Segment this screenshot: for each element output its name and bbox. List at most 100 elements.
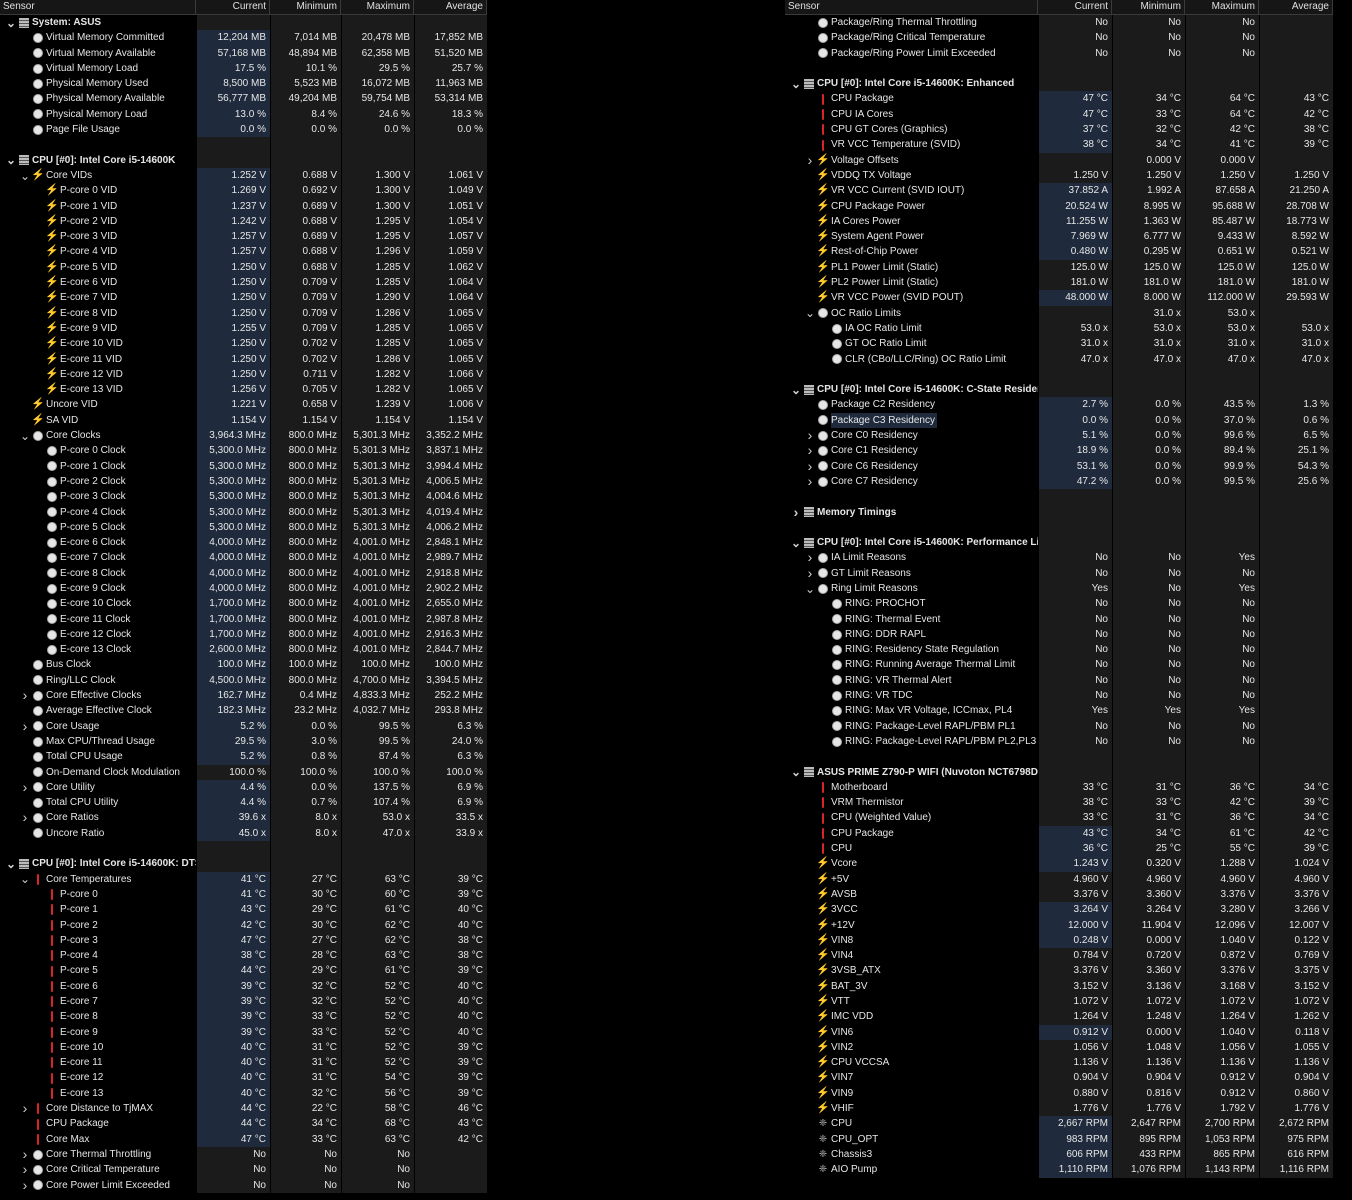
sensor-row[interactable]: Package/Ring Power Limit Exceeded No No No (785, 45, 1333, 61)
chevron-down-icon[interactable]: ⌄ (18, 430, 32, 442)
sensor-row[interactable]: ⚡ VIN9 0.880 V 0.816 V 0.912 V 0.860 V (785, 1085, 1333, 1102)
sensor-row[interactable]: ⚡ IA Cores Power 11.255 W 1.363 W 85.487 W 18… (785, 213, 1333, 230)
sensor-row[interactable]: Max CPU/Thread Usage 29.5 % 3.0 % 99.5 % 24.… (0, 733, 487, 750)
sensor-row[interactable]: ⚡ P-core 1 VID 1.237 V 0.689 V 1.300 V 1.051 … (0, 198, 487, 214)
sensor-row[interactable]: Total CPU Utility 4.4 % 0.7 % 107.4 % 6.9 % (0, 795, 487, 811)
column-sensor[interactable]: Sensor (785, 0, 1038, 14)
sensor-row[interactable]: ⚡ VHIF 1.776 V 1.776 V 1.792 V 1.776 V (785, 1101, 1333, 1117)
sensor-row[interactable]: Uncore Ratio 45.0 x 8.0 x 47.0 x 33.9 x (0, 825, 487, 842)
sensor-group[interactable]: ⌄ CPU [#0]: Intel Core i5-14600K: Perform… (785, 535, 1333, 551)
sensor-row[interactable]: › Core Utility 4.4 % 0.0 % 137.5 % 6.9 % (0, 779, 487, 796)
sensor-row[interactable]: ⚡ E-core 10 VID 1.250 V 0.702 V 1.285 V 1.065… (0, 336, 487, 352)
chevron-right-icon[interactable]: › (18, 1162, 32, 1177)
sensor-row[interactable]: ❈ Chassis3 606 RPM 433 RPM 865 RPM 616 RPM (785, 1146, 1333, 1163)
chevron-down-icon[interactable]: ⌄ (4, 154, 18, 166)
sensor-row[interactable]: ⚡ VR VCC Power (SVID POUT) 48.000 W 8.000 W… (785, 290, 1333, 306)
sensor-row[interactable]: ⚡ VIN4 0.784 V 0.720 V 0.872 V 0.769 V (785, 948, 1333, 964)
chevron-down-icon[interactable]: ⌄ (803, 583, 817, 595)
sensor-row[interactable]: ⚡ P-core 0 VID 1.269 V 0.692 V 1.300 V 1.049 … (0, 183, 487, 199)
sensor-row[interactable]: P-core 3 47 °C 27 °C 62 °C 38 °C (0, 932, 487, 949)
chevron-down-icon[interactable]: ⌄ (18, 873, 32, 885)
sensor-row[interactable]: › Core C6 Residency 53.1 % 0.0 % 99.9 % 54.3 … (785, 458, 1333, 474)
chevron-right-icon[interactable]: › (789, 505, 803, 520)
sensor-row[interactable]: Bus Clock 100.0 MHz 100.0 MHz 100.0 MHz 100.… (0, 657, 487, 673)
sensor-row[interactable]: E-core 9 39 °C 33 °C 52 °C 40 °C (0, 1024, 487, 1040)
sensor-row[interactable]: P-core 0 41 °C 30 °C 60 °C 39 °C (0, 886, 487, 903)
sensor-row[interactable]: E-core 6 Clock 4,000.0 MHz 800.0 MHz 4,001.… (0, 535, 487, 551)
sensor-row[interactable]: RING: VR Thermal Alert No No No (785, 672, 1333, 689)
chevron-down-icon[interactable]: ⌄ (789, 766, 803, 778)
chevron-right-icon[interactable]: › (18, 719, 32, 734)
sensor-row[interactable]: ⚡ System Agent Power 7.969 W 6.777 W 9.433 W… (785, 229, 1333, 245)
sensor-row[interactable]: ⚡ +12V 12.000 V 11.904 V 12.096 V 12.007 V (785, 917, 1333, 933)
sensor-row[interactable]: Core Max 47 °C 33 °C 63 °C 42 °C (0, 1131, 487, 1147)
sensor-row[interactable]: › Core C7 Residency 47.2 % 0.0 % 99.5 % 25.6 … (785, 473, 1333, 490)
sensor-row[interactable]: P-core 2 Clock 5,300.0 MHz 800.0 MHz 5,301.… (0, 473, 487, 490)
sensor-row[interactable]: ⚡ E-core 12 VID 1.250 V 0.711 V 1.282 V 1.066… (0, 366, 487, 383)
sensor-group[interactable]: ⌄ System: ASUS (0, 15, 487, 31)
sensor-row[interactable]: ⚡ E-core 9 VID 1.255 V 0.709 V 1.285 V 1.065 … (0, 320, 487, 337)
column-maximum[interactable]: Maximum (341, 0, 414, 14)
sensor-row[interactable]: E-core 7 Clock 4,000.0 MHz 800.0 MHz 4,001.… (0, 550, 487, 566)
sensor-row[interactable]: E-core 13 40 °C 32 °C 56 °C 39 °C (0, 1085, 487, 1102)
sensor-row[interactable]: ⚡ VDDQ TX Voltage 1.250 V 1.250 V 1.250 V 1.2… (785, 167, 1333, 184)
sensor-row[interactable]: ⌄ ⚡ Core VIDs 1.252 V 0.688 V 1.300 V 1.061 V (0, 167, 487, 184)
sensor-row[interactable]: ⚡ P-core 3 VID 1.257 V 0.689 V 1.295 V 1.057 … (0, 229, 487, 245)
chevron-right-icon[interactable]: › (803, 459, 817, 474)
sensor-row[interactable]: ⚡ CPU Package Power 20.524 W 8.995 W 95.688 … (785, 198, 1333, 214)
sensor-row[interactable]: CPU IA Cores 47 °C 33 °C 64 °C 42 °C (785, 106, 1333, 123)
sensor-row[interactable]: ⚡ VIN8 0.248 V 0.000 V 1.040 V 0.122 V (785, 932, 1333, 949)
chevron-right-icon[interactable]: › (803, 443, 817, 458)
sensor-row[interactable]: P-core 1 Clock 5,300.0 MHz 800.0 MHz 5,301.… (0, 458, 487, 474)
sensor-row[interactable]: › Core Ratios 39.6 x 8.0 x 53.0 x 33.5 x (0, 810, 487, 826)
column-minimum[interactable]: Minimum (1112, 0, 1185, 14)
sensor-row[interactable]: RING: DDR RAPL No No No (785, 626, 1333, 643)
sensor-row[interactable]: ⚡ PL1 Power Limit (Static) 125.0 W 125.0 W1… (785, 259, 1333, 276)
sensor-row[interactable]: E-core 8 Clock 4,000.0 MHz 800.0 MHz 4,001.… (0, 565, 487, 581)
sensor-row[interactable]: CPU Package 44 °C 34 °C 68 °C 43 °C (0, 1116, 487, 1132)
sensor-group[interactable]: ⌄ CPU [#0]: Intel Core i5-14600K: Enhance… (785, 76, 1333, 92)
sensor-row[interactable]: P-core 3 Clock 5,300.0 MHz 800.0 MHz 5,301.… (0, 489, 487, 505)
sensor-row[interactable]: P-core 0 Clock 5,300.0 MHz 800.0 MHz 5,301.… (0, 443, 487, 459)
sensor-row[interactable]: E-core 6 39 °C 32 °C 52 °C 40 °C (0, 978, 487, 994)
chevron-right-icon[interactable]: › (803, 474, 817, 489)
column-sensor[interactable]: Sensor (0, 0, 196, 14)
sensor-row[interactable]: E-core 11 Clock 1,700.0 MHz 800.0 MHz 4,001… (0, 611, 487, 627)
sensor-row[interactable]: ⚡ CPU VCCSA 1.136 V 1.136 V 1.136 V 1.136 V (785, 1055, 1333, 1071)
sensor-row[interactable]: GT OC Ratio Limit 31.0 x 31.0 x 31.0 x 31.0 … (785, 336, 1333, 352)
sensor-row[interactable]: VRM Thermistor 38 °C 33 °C 42 °C 39 °C (785, 795, 1333, 811)
column-current[interactable]: Current (1038, 0, 1112, 14)
sensor-row[interactable]: › Core C0 Residency 5.1 % 0.0 % 99.6 % 6.5 % (785, 428, 1333, 444)
sensor-row[interactable]: ⚡ P-core 5 VID 1.250 V 0.688 V 1.285 V 1.062 … (0, 259, 487, 276)
chevron-right-icon[interactable]: › (803, 566, 817, 581)
sensor-row[interactable]: E-core 12 40 °C 31 °C 54 °C 39 °C (0, 1070, 487, 1086)
sensor-row[interactable]: E-core 12 Clock 1,700.0 MHz 800.0 MHz 4,001… (0, 626, 487, 643)
chevron-right-icon[interactable]: › (18, 1147, 32, 1162)
sensor-row[interactable]: ⌄ Core Clocks 3,964.3 MHz 800.0 MHz 5,301.3 … (0, 428, 487, 444)
sensor-group[interactable]: ⌄ CPU [#0]: Intel Core i5-14600K: C-State… (785, 382, 1333, 398)
sensor-row[interactable]: Page File Usage 0.0 % 0.0 % 0.0 % 0.0 % (0, 122, 487, 138)
sensor-row[interactable]: › Core Usage 5.2 % 0.0 % 99.5 % 6.3 % (0, 718, 487, 734)
sensor-row[interactable]: RING: Package-Level RAPL/PBM PL1 No No No (785, 718, 1333, 734)
sensor-row[interactable]: RING: Package-Level RAPL/PBM PL2,PL3 No No… (785, 733, 1333, 750)
sensor-row[interactable]: ⚡ E-core 13 VID 1.256 V 0.705 V 1.282 V 1.065… (0, 382, 487, 398)
sensor-row[interactable]: ⚡ VIN2 1.056 V 1.048 V 1.056 V 1.055 V (785, 1039, 1333, 1056)
sensor-row[interactable]: RING: Residency State Regulation No No No (785, 642, 1333, 658)
sensor-row[interactable]: ⚡ 3VSB_ATX 3.376 V 3.360 V 3.376 V 3.375 V (785, 963, 1333, 979)
sensor-row[interactable]: ⚡ VIN6 0.912 V 0.000 V 1.040 V 0.118 V (785, 1024, 1333, 1040)
sensor-group[interactable]: ⌄ ASUS PRIME Z790-P WIFI (Nuvoton NCT6798… (785, 764, 1333, 780)
sensor-row[interactable]: › GT Limit Reasons No No No (785, 565, 1333, 581)
sensor-row[interactable]: Virtual Memory Load 17.5 % 10.1 % 29.5 % 25.… (0, 60, 487, 77)
chevron-down-icon[interactable]: ⌄ (789, 78, 803, 90)
sensor-row[interactable]: › Core Power Limit Exceeded No No No (0, 1177, 487, 1193)
sensor-row[interactable]: On-Demand Clock Modulation 100.0 % 100.0 %… (0, 764, 487, 780)
sensor-row[interactable]: ❈ CPU 2,667 RPM 2,647 RPM 2,700 RPM 2,672 RPM (785, 1116, 1333, 1132)
sensor-row[interactable]: Physical Memory Available 56,777 MB 49,204… (0, 91, 487, 107)
chevron-right-icon[interactable]: › (18, 1101, 32, 1116)
sensor-row[interactable]: E-core 13 Clock 2,600.0 MHz 800.0 MHz 4,001… (0, 642, 487, 658)
sensor-row[interactable]: › Core Effective Clocks 162.7 MHz 0.4 MHz 4,… (0, 688, 487, 704)
sensor-row[interactable]: Package/Ring Critical Temperature No No No (785, 30, 1333, 46)
sensor-row[interactable]: RING: VR TDC No No No (785, 688, 1333, 704)
sensor-row[interactable]: E-core 7 39 °C 32 °C 52 °C 40 °C (0, 994, 487, 1010)
sensor-row[interactable]: ⚡ AVSB 3.376 V 3.360 V 3.376 V 3.376 V (785, 886, 1333, 903)
